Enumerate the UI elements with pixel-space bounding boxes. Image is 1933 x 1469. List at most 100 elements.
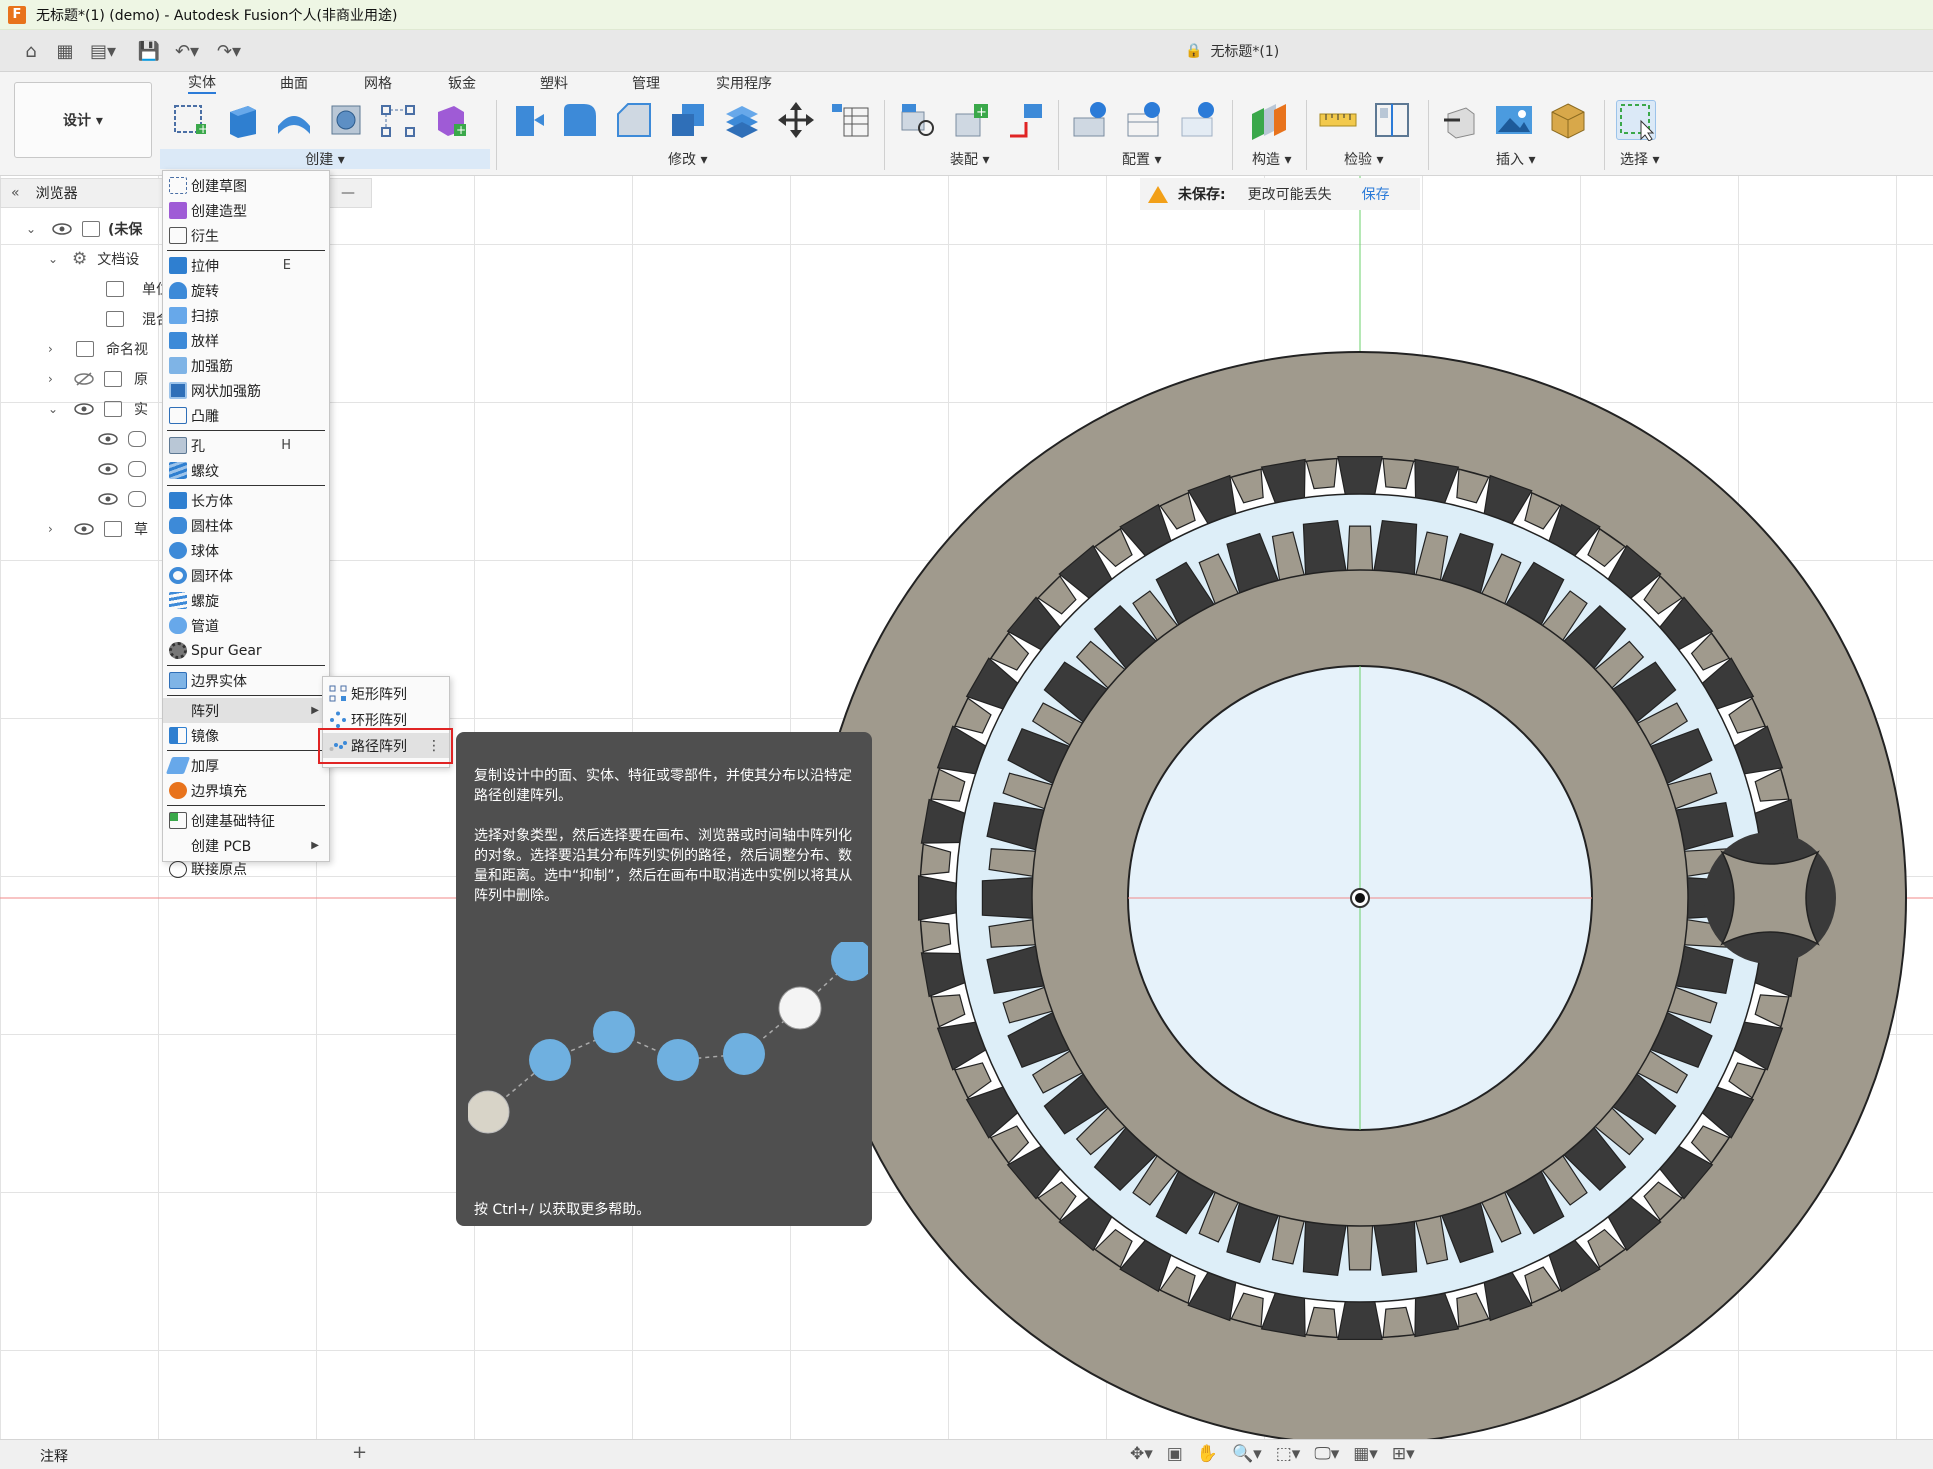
browser-origin-row[interactable]: › 原 <box>48 366 148 392</box>
browser-root-row[interactable]: ⌄ (未保 <box>26 216 142 242</box>
tab-sheet-metal[interactable]: 钣金 <box>448 72 476 94</box>
orbit-icon[interactable]: ✥▾ <box>1130 1444 1153 1464</box>
select-tool-icon[interactable] <box>1616 100 1656 142</box>
insert-canvas-tool-icon[interactable] <box>1494 100 1534 140</box>
eye-icon[interactable] <box>98 432 120 446</box>
browser-sketches-row[interactable]: › 草 <box>48 516 148 542</box>
save-icon[interactable]: 💾 <box>136 38 162 64</box>
document-tab[interactable]: 🔒 无标题*(1) <box>1185 30 1279 72</box>
look-at-icon[interactable]: ▣ <box>1167 1444 1183 1464</box>
tab-surface[interactable]: 曲面 <box>280 72 308 94</box>
browser-doc-settings-row[interactable]: ⌄ ⚙ 文档设 <box>48 246 139 272</box>
hole-tool-icon[interactable] <box>326 100 366 140</box>
display-settings-icon[interactable]: 🖵▾ <box>1314 1444 1339 1464</box>
insert-group-menu[interactable]: 插入 ▾ <box>1496 149 1535 169</box>
eye-icon[interactable] <box>74 402 96 416</box>
create-group-menu[interactable]: 创建 ▾ <box>160 149 490 169</box>
save-link[interactable]: 保存 <box>1362 184 1390 204</box>
combine-tool-icon[interactable] <box>722 100 762 140</box>
eye-icon[interactable] <box>98 492 120 506</box>
measure-tool-icon[interactable] <box>1318 100 1358 140</box>
menu-item-create-sketch[interactable]: 创建草图 <box>163 173 329 198</box>
menu-item-derive[interactable]: 衍生 <box>163 223 329 248</box>
browser-mix-row[interactable]: 混合 <box>98 306 170 332</box>
menu-item-joint-origin[interactable]: 联接原点 <box>163 858 329 880</box>
menu-item-sphere[interactable]: 球体 <box>163 538 329 563</box>
menu-item-pipe[interactable]: 管道 <box>163 613 329 638</box>
fit-icon[interactable]: ⬚▾ <box>1276 1444 1301 1464</box>
grid-settings-icon[interactable]: ▦▾ <box>1353 1444 1378 1464</box>
menu-item-cylinder[interactable]: 圆柱体 <box>163 513 329 538</box>
browser-units-row[interactable]: 单位 <box>98 276 170 302</box>
eye-hidden-icon[interactable] <box>74 372 96 386</box>
joint-tool-icon[interactable] <box>898 100 938 140</box>
select-group-menu[interactable]: 选择 ▾ <box>1620 149 1659 169</box>
menu-item-pattern[interactable]: 阵列 ▶ <box>163 698 329 723</box>
zoom-icon[interactable]: 🔍▾ <box>1232 1444 1262 1464</box>
menu-item-sweep[interactable]: 扫掠 <box>163 303 329 328</box>
menu-item-rib[interactable]: 加强筋 <box>163 353 329 378</box>
comments-panel-label[interactable]: 注释 <box>40 1446 68 1466</box>
menu-item-coil[interactable]: 螺旋 <box>163 588 329 613</box>
chevron-right-icon[interactable]: › <box>48 522 62 536</box>
tab-utilities[interactable]: 实用程序 <box>716 72 772 94</box>
menu-item-loft[interactable]: 放样 <box>163 328 329 353</box>
tab-manage[interactable]: 管理 <box>632 72 660 94</box>
offset-plane-tool-icon[interactable] <box>1248 100 1288 140</box>
menu-item-boundary-fill[interactable]: 边界填充 <box>163 778 329 803</box>
chevron-down-icon[interactable]: ⌄ <box>48 402 62 416</box>
viewports-icon[interactable]: ⊞▾ <box>1392 1444 1415 1464</box>
section-analysis-tool-icon[interactable] <box>1372 100 1412 140</box>
menu-item-spur-gear[interactable]: Spur Gear <box>163 638 329 663</box>
fillet-tool-icon[interactable] <box>560 100 600 140</box>
minimize-browser-icon[interactable]: — <box>341 185 355 201</box>
menu-item-box[interactable]: 长方体 <box>163 488 329 513</box>
configure-tool-3-icon[interactable] <box>1178 100 1218 140</box>
pan-icon[interactable]: ✋ <box>1197 1444 1218 1464</box>
as-built-joint-tool-icon[interactable] <box>1006 100 1046 140</box>
configure-group-menu[interactable]: 配置 ▾ <box>1122 149 1161 169</box>
new-component-tool-icon[interactable]: + <box>952 100 992 140</box>
home-icon[interactable]: ⌂ <box>18 38 44 64</box>
move-tool-icon[interactable] <box>776 100 816 140</box>
menu-item-mirror[interactable]: 镜像 <box>163 723 329 748</box>
chamfer-tool-icon[interactable] <box>614 100 654 140</box>
browser-body-row[interactable] <box>98 486 154 512</box>
eye-icon[interactable] <box>52 222 74 236</box>
revolve-tool-icon[interactable] <box>274 100 314 140</box>
menu-item-boundary-solid[interactable]: 边界实体 <box>163 668 329 693</box>
tab-plastic[interactable]: 塑料 <box>540 72 568 94</box>
menu-item-create-pcb[interactable]: 创建 PCB ▶ <box>163 833 329 858</box>
insert-derive-tool-icon[interactable] <box>1440 100 1480 140</box>
grid-apps-icon[interactable]: ▦ <box>52 38 78 64</box>
inspect-group-menu[interactable]: 检验 ▾ <box>1344 149 1383 169</box>
eye-icon[interactable] <box>98 462 120 476</box>
tab-mesh[interactable]: 网格 <box>364 72 392 94</box>
pattern-tool-icon[interactable] <box>378 100 418 140</box>
menu-item-base-feature[interactable]: 创建基础特征 <box>163 808 329 833</box>
browser-body-row[interactable] <box>98 426 154 452</box>
tab-solid[interactable]: 实体 <box>188 72 216 94</box>
shell-tool-icon[interactable] <box>668 100 708 140</box>
assemble-group-menu[interactable]: 装配 ▾ <box>950 149 989 169</box>
configure-tool-2-icon[interactable] <box>1124 100 1164 140</box>
menu-item-hole[interactable]: 孔H <box>163 433 329 458</box>
redo-icon[interactable]: ↷▾ <box>216 38 242 64</box>
chevron-down-icon[interactable]: ⌄ <box>48 252 62 266</box>
construct-group-menu[interactable]: 构造 ▾ <box>1252 149 1291 169</box>
menu-item-web[interactable]: 网状加强筋 <box>163 378 329 403</box>
undo-icon[interactable]: ↶▾ <box>174 38 200 64</box>
create-sketch-tool-icon[interactable]: + <box>170 100 210 140</box>
create-form-tool-icon[interactable]: + <box>430 100 470 140</box>
menu-item-torus[interactable]: 圆环体 <box>163 563 329 588</box>
workspace-switcher-button[interactable]: 设计 ▾ <box>14 82 152 158</box>
insert-mesh-tool-icon[interactable] <box>1548 100 1588 140</box>
parameters-tool-icon[interactable] <box>830 100 870 140</box>
browser-bodies-row[interactable]: ⌄ 实 <box>48 396 148 422</box>
menu-item-create-form[interactable]: 创建造型 <box>163 198 329 223</box>
menu-item-thread[interactable]: 螺纹 <box>163 458 329 483</box>
modify-group-menu[interactable]: 修改 ▾ <box>668 149 707 169</box>
browser-body-row[interactable] <box>98 456 154 482</box>
extrude-tool-icon[interactable] <box>222 100 262 140</box>
press-pull-tool-icon[interactable] <box>506 100 546 140</box>
